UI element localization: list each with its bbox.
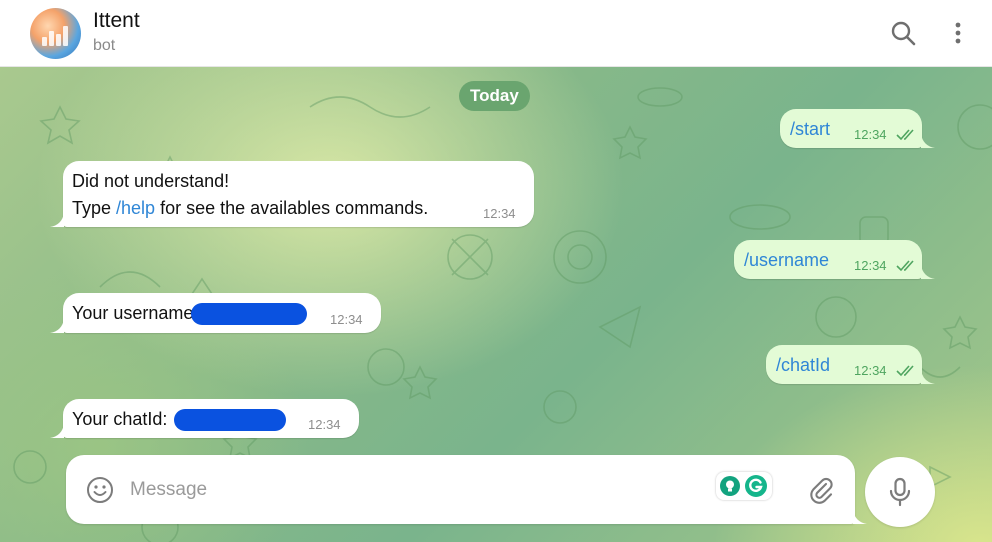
message-text: Your username <box>72 303 194 323</box>
bubble-tail <box>921 265 935 279</box>
message-time: 12:34 <box>483 206 516 221</box>
emoji-icon[interactable] <box>86 476 114 504</box>
bubble-tail <box>921 370 935 384</box>
message-composer <box>66 455 855 524</box>
message-line: Did not understand! <box>72 171 230 191</box>
message-input[interactable] <box>130 475 690 505</box>
grammarly-widget[interactable] <box>716 472 772 500</box>
message-text: Your chatId: <box>72 409 173 429</box>
message-line: Your username <box>72 300 308 326</box>
date-separator: Today <box>459 81 530 111</box>
bubble-tail <box>50 213 64 227</box>
bubble-tail <box>50 319 64 333</box>
redacted-username <box>191 303 308 326</box>
help-command-link[interactable]: /help <box>116 198 155 218</box>
microphone-button[interactable] <box>865 457 935 527</box>
bubble-tail <box>50 424 64 438</box>
message-command[interactable]: /username <box>744 247 829 273</box>
message-time: 12:34 <box>854 363 887 378</box>
lightbulb-icon <box>720 476 740 496</box>
message-text: for see the availables commands. <box>155 198 429 218</box>
outgoing-message[interactable]: /username 12:34 <box>734 240 922 279</box>
bubble-tail <box>921 134 935 148</box>
outgoing-message[interactable]: /start 12:34 <box>780 109 922 148</box>
incoming-message[interactable]: Your username 12:34 <box>63 293 381 333</box>
redacted-chatid <box>174 409 287 432</box>
message-line: Type /help for see the availables comman… <box>72 195 428 221</box>
grammarly-icon <box>745 475 767 497</box>
chat-header: Ittent bot <box>0 0 992 67</box>
read-check-icon <box>896 129 914 141</box>
composer-tail <box>853 510 867 524</box>
incoming-message[interactable]: Did not understand! Type /help for see t… <box>63 161 534 227</box>
microphone-icon <box>889 477 911 507</box>
chat-title[interactable]: Ittent <box>93 9 140 33</box>
outgoing-message[interactable]: /chatId 12:34 <box>766 345 922 384</box>
message-text: Type <box>72 198 117 218</box>
message-time: 12:34 <box>330 312 363 327</box>
read-check-icon <box>896 365 914 377</box>
incoming-message[interactable]: Your chatId: 12:34 <box>63 399 359 438</box>
attach-icon[interactable] <box>806 475 836 505</box>
more-vertical-icon[interactable] <box>943 18 973 48</box>
message-time: 12:34 <box>308 417 341 432</box>
message-line: Your chatId: <box>72 406 287 432</box>
search-icon[interactable] <box>888 18 918 48</box>
message-command[interactable]: /start <box>790 116 830 142</box>
message-time: 12:34 <box>854 127 887 142</box>
read-check-icon <box>896 260 914 272</box>
bot-avatar[interactable] <box>30 8 81 59</box>
message-command[interactable]: /chatId <box>776 352 830 378</box>
message-time: 12:34 <box>854 258 887 273</box>
chat-subtitle: bot <box>93 37 116 54</box>
